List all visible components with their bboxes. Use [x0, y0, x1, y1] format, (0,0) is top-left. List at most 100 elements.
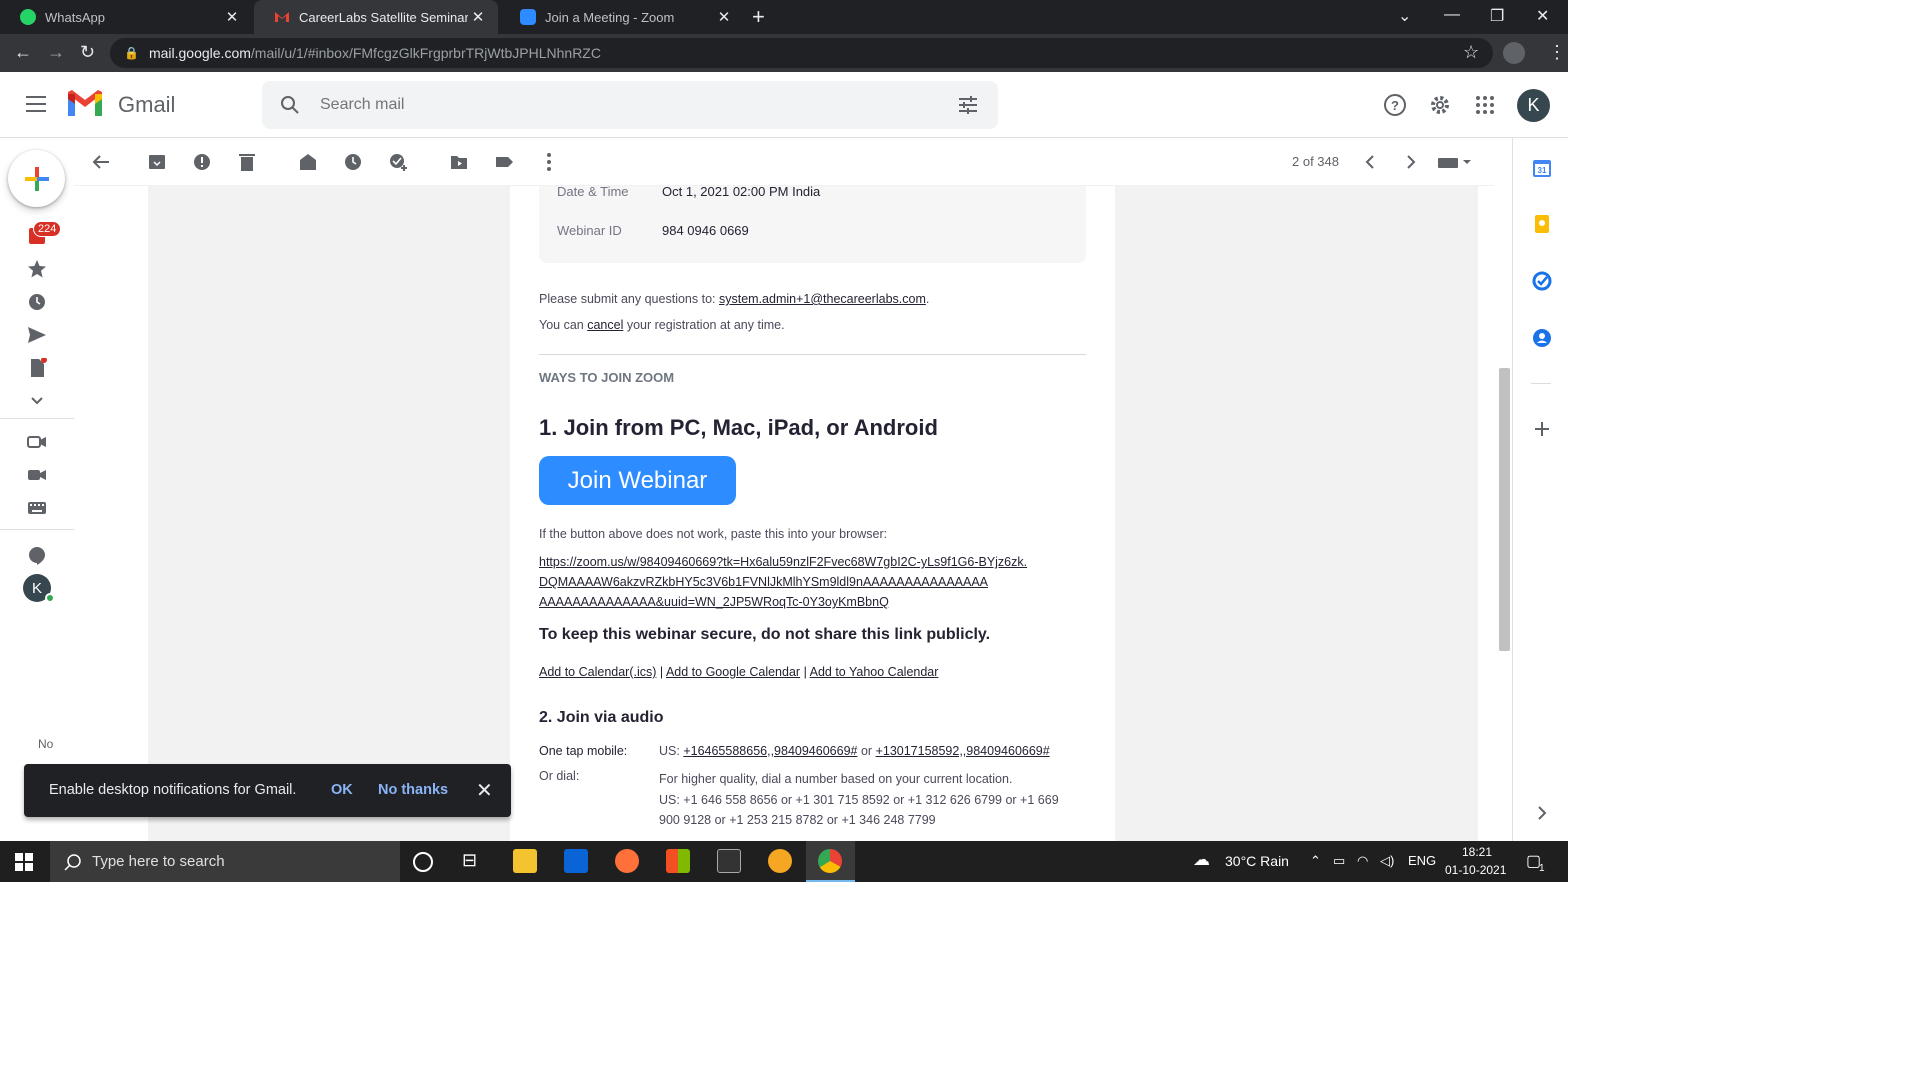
apps-grid-icon[interactable]: [1473, 93, 1497, 117]
clock-time[interactable]: 18:21: [1462, 845, 1492, 859]
back-icon[interactable]: ←: [14, 42, 32, 63]
meet-video-icon[interactable]: [27, 465, 47, 485]
task-view-icon[interactable]: ⊟: [462, 850, 486, 874]
taskbar-search-box[interactable]: Type here to search: [50, 841, 400, 882]
forward-icon[interactable]: →: [47, 42, 65, 63]
address-bar[interactable]: 🔒 mail.google.com /mail/u/1/#inbox/FMfcg…: [110, 38, 1493, 68]
toast-close-icon[interactable]: ✕: [476, 778, 493, 803]
main-menu-icon[interactable]: [26, 96, 46, 112]
notion-icon[interactable]: [717, 849, 741, 873]
contacts-icon[interactable]: [1532, 328, 1552, 348]
wifi-icon[interactable]: ◠: [1357, 853, 1368, 869]
snooze-icon[interactable]: [343, 152, 363, 172]
tab-search-icon[interactable]: ⌄: [1398, 6, 1411, 26]
meet-new-meeting-icon[interactable]: [27, 432, 47, 452]
close-tab-icon[interactable]: ✕: [468, 8, 488, 26]
mail-app-icon[interactable]: [564, 849, 588, 873]
join-url-line[interactable]: DQMAAAAW6akzvRZkbHY5c3V6b1FVNlJkMlhYSm9l…: [539, 572, 1027, 592]
chrome-taskbar-button[interactable]: [806, 841, 855, 882]
dial-line: For higher quality, dial a number based …: [659, 772, 1013, 786]
profile-icon[interactable]: [1503, 42, 1525, 64]
add-to-calendar-ics-link[interactable]: Add to Calendar(.ics): [539, 665, 656, 679]
older-chevron-right-icon[interactable]: [1401, 152, 1421, 172]
settings-gear-icon[interactable]: [1428, 93, 1452, 117]
tab-whatsapp[interactable]: WhatsApp ✕: [0, 0, 252, 34]
add-to-google-calendar-link[interactable]: Add to Google Calendar: [666, 665, 800, 679]
firefox-icon[interactable]: [615, 849, 639, 873]
add-to-tasks-icon[interactable]: [388, 152, 408, 172]
cancel-registration-link[interactable]: cancel: [587, 318, 623, 332]
move-to-icon[interactable]: [449, 152, 469, 172]
more-options-icon[interactable]: [539, 152, 559, 172]
search-bar[interactable]: [262, 81, 998, 129]
join-via-audio-heading: 2. Join via audio: [539, 709, 664, 726]
tasks-icon[interactable]: [1532, 271, 1552, 291]
hangouts-chat-icon[interactable]: [27, 546, 47, 566]
windows-start-icon[interactable]: [15, 853, 33, 871]
tray-chevron-up-icon[interactable]: ⌃: [1310, 853, 1321, 869]
volume-icon[interactable]: ◁): [1380, 853, 1394, 869]
one-tap-number-link[interactable]: +13017158592,,98409460669#: [876, 744, 1050, 758]
keep-icon[interactable]: [1532, 214, 1552, 234]
search-options-icon[interactable]: [958, 95, 978, 115]
tab-gmail[interactable]: CareerLabs Satellite Seminar Con ✕: [254, 0, 498, 34]
tab-zoom[interactable]: Join a Meeting - Zoom ✕: [500, 0, 744, 34]
close-window-icon[interactable]: ✕: [1536, 6, 1549, 26]
mark-unread-icon[interactable]: [298, 152, 318, 172]
restore-icon[interactable]: ❐: [1490, 6, 1504, 26]
keyboard-icon[interactable]: [27, 498, 47, 518]
label-icon[interactable]: [494, 152, 514, 172]
cortana-icon[interactable]: [413, 852, 433, 872]
file-explorer-icon[interactable]: [513, 849, 537, 873]
account-avatar[interactable]: K: [1517, 89, 1550, 122]
info-label-date: Date & Time: [557, 184, 629, 199]
microsoft-store-icon[interactable]: [666, 849, 690, 873]
calendar-links: Add to Calendar(.ics) | Add to Google Ca…: [539, 665, 938, 679]
info-value-date: Oct 1, 2021 02:00 PM India: [662, 184, 821, 199]
new-tab-button[interactable]: +: [752, 4, 765, 30]
minimize-icon[interactable]: —: [1444, 6, 1460, 24]
archive-icon[interactable]: [147, 152, 167, 172]
join-url-link[interactable]: https://zoom.us/w/98409460669?tk=Hx6alu5…: [539, 552, 1027, 612]
back-arrow-icon[interactable]: [91, 152, 111, 172]
side-panel-divider: [1531, 383, 1551, 384]
delete-trash-icon[interactable]: [237, 152, 257, 172]
online-status-dot: [45, 593, 55, 603]
calendar-icon[interactable]: 31: [1532, 158, 1552, 178]
one-tap-number-link[interactable]: +16465588656,,98409460669#: [683, 744, 857, 758]
more-icon[interactable]: ⋮: [1548, 42, 1566, 63]
battery-icon[interactable]: ▭: [1333, 853, 1345, 869]
get-addons-plus-icon[interactable]: [1532, 419, 1552, 439]
weather-text[interactable]: 30°C Rain: [1225, 853, 1289, 869]
help-icon[interactable]: ?: [1383, 93, 1407, 117]
close-tab-icon[interactable]: ✕: [714, 8, 734, 26]
add-to-yahoo-calendar-link[interactable]: Add to Yahoo Calendar: [810, 665, 939, 679]
scrollbar-thumb[interactable]: [1499, 368, 1510, 651]
close-tab-icon[interactable]: ✕: [222, 8, 242, 26]
report-spam-icon[interactable]: [192, 152, 212, 172]
show-side-panel-chevron-icon[interactable]: [1532, 803, 1552, 823]
drafts-icon[interactable]: [27, 358, 47, 378]
join-webinar-button[interactable]: Join Webinar: [539, 456, 736, 505]
snoozed-clock-icon[interactable]: [27, 292, 47, 312]
desktop-notification-toast: Enable desktop notifications for Gmail. …: [24, 764, 511, 817]
reload-icon[interactable]: ↻: [80, 42, 95, 63]
starred-icon[interactable]: [27, 259, 47, 279]
toast-ok-button[interactable]: OK: [331, 782, 353, 798]
join-url-line[interactable]: https://zoom.us/w/98409460669?tk=Hx6alu5…: [539, 552, 1027, 572]
input-tools-keyboard-icon[interactable]: [1437, 152, 1475, 172]
more-chevron-down-icon[interactable]: [27, 391, 47, 411]
bookmark-star-icon[interactable]: ☆: [1463, 42, 1479, 63]
taskbar-search-icon: [64, 853, 81, 871]
sent-icon[interactable]: [27, 325, 47, 345]
toast-no-thanks-button[interactable]: No thanks: [378, 782, 448, 798]
compose-button[interactable]: [8, 150, 65, 207]
join-url-line[interactable]: AAAAAAAAAAAAAA&uuid=WN_2JP5WRoqTc-0Y3oyK…: [539, 592, 1027, 612]
newer-chevron-left-icon[interactable]: [1360, 152, 1380, 172]
search-icon[interactable]: [280, 95, 300, 115]
questions-email-link[interactable]: system.admin+1@thecareerlabs.com: [719, 292, 926, 306]
language-indicator[interactable]: ENG: [1408, 853, 1436, 868]
search-input[interactable]: [320, 96, 920, 114]
clock-date[interactable]: 01-10-2021: [1445, 863, 1506, 877]
brave-icon[interactable]: [768, 849, 792, 873]
